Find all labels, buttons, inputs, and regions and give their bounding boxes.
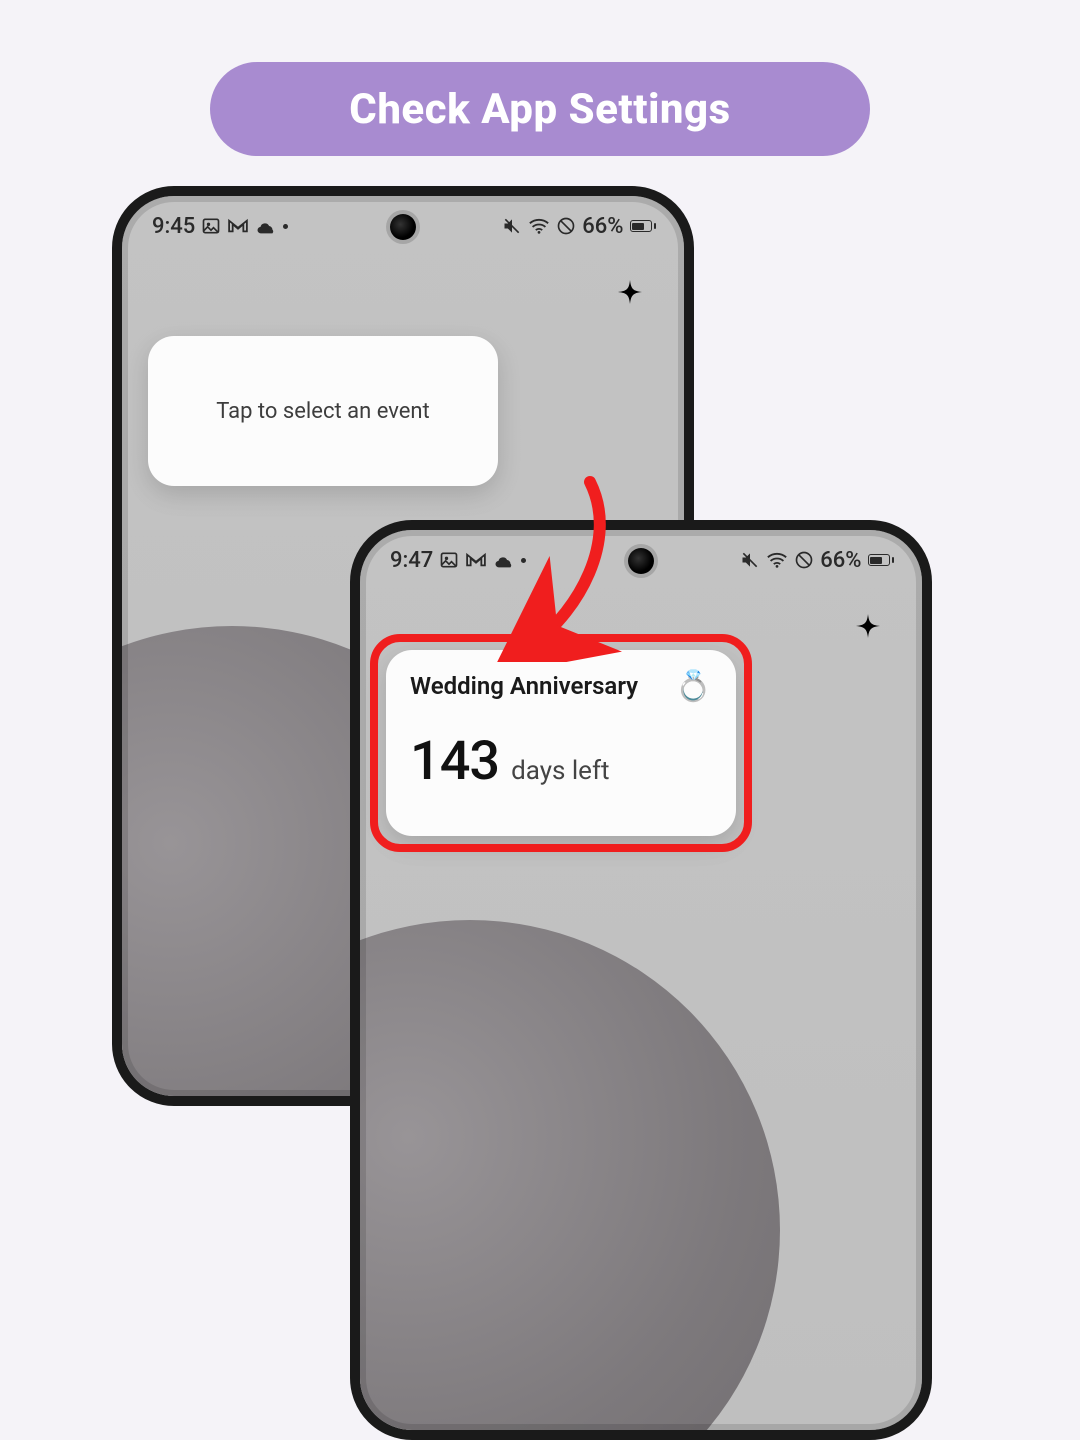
dot-icon [521, 558, 526, 563]
phone-side-button [930, 680, 932, 770]
no-data-icon [556, 216, 576, 236]
battery-icon [868, 554, 895, 566]
gmail-icon [227, 218, 249, 234]
sparkle-icon [608, 278, 652, 322]
mute-icon [740, 550, 760, 570]
widget-event-unit: days left [511, 756, 609, 786]
status-battery-pct: 66% [582, 214, 623, 239]
status-battery-pct: 66% [820, 548, 861, 573]
widget-event-count: 143 [410, 730, 499, 793]
widget-empty[interactable]: Tap to select an event [148, 336, 498, 486]
mute-icon [502, 216, 522, 236]
wifi-icon [766, 551, 788, 569]
phone-side-button [930, 790, 932, 940]
widget-empty-text: Tap to select an event [216, 399, 430, 424]
image-icon [201, 216, 221, 236]
wallpaper-blob [360, 920, 780, 1430]
wifi-icon [528, 217, 550, 235]
widget-event[interactable]: Wedding Anniversary 💍 143 days left [386, 650, 736, 836]
header-label: Check App Settings [349, 85, 730, 134]
status-time: 9:45 [152, 214, 195, 239]
status-bar: 9:47 [360, 530, 922, 590]
image-icon [439, 550, 459, 570]
status-time: 9:47 [390, 548, 433, 573]
gmail-icon [465, 552, 487, 568]
cloud-icon [255, 218, 277, 234]
phone-side-button [692, 346, 694, 436]
no-data-icon [794, 550, 814, 570]
dot-icon [283, 224, 288, 229]
cloud-icon [493, 552, 515, 568]
status-bar: 9:45 [122, 196, 684, 256]
phone-after: 9:47 [350, 520, 932, 1440]
battery-icon [630, 220, 657, 232]
widget-event-title: Wedding Anniversary [410, 672, 638, 700]
ring-icon: 💍 [675, 672, 712, 702]
sparkle-icon [846, 612, 890, 656]
header-pill: Check App Settings [210, 62, 870, 156]
